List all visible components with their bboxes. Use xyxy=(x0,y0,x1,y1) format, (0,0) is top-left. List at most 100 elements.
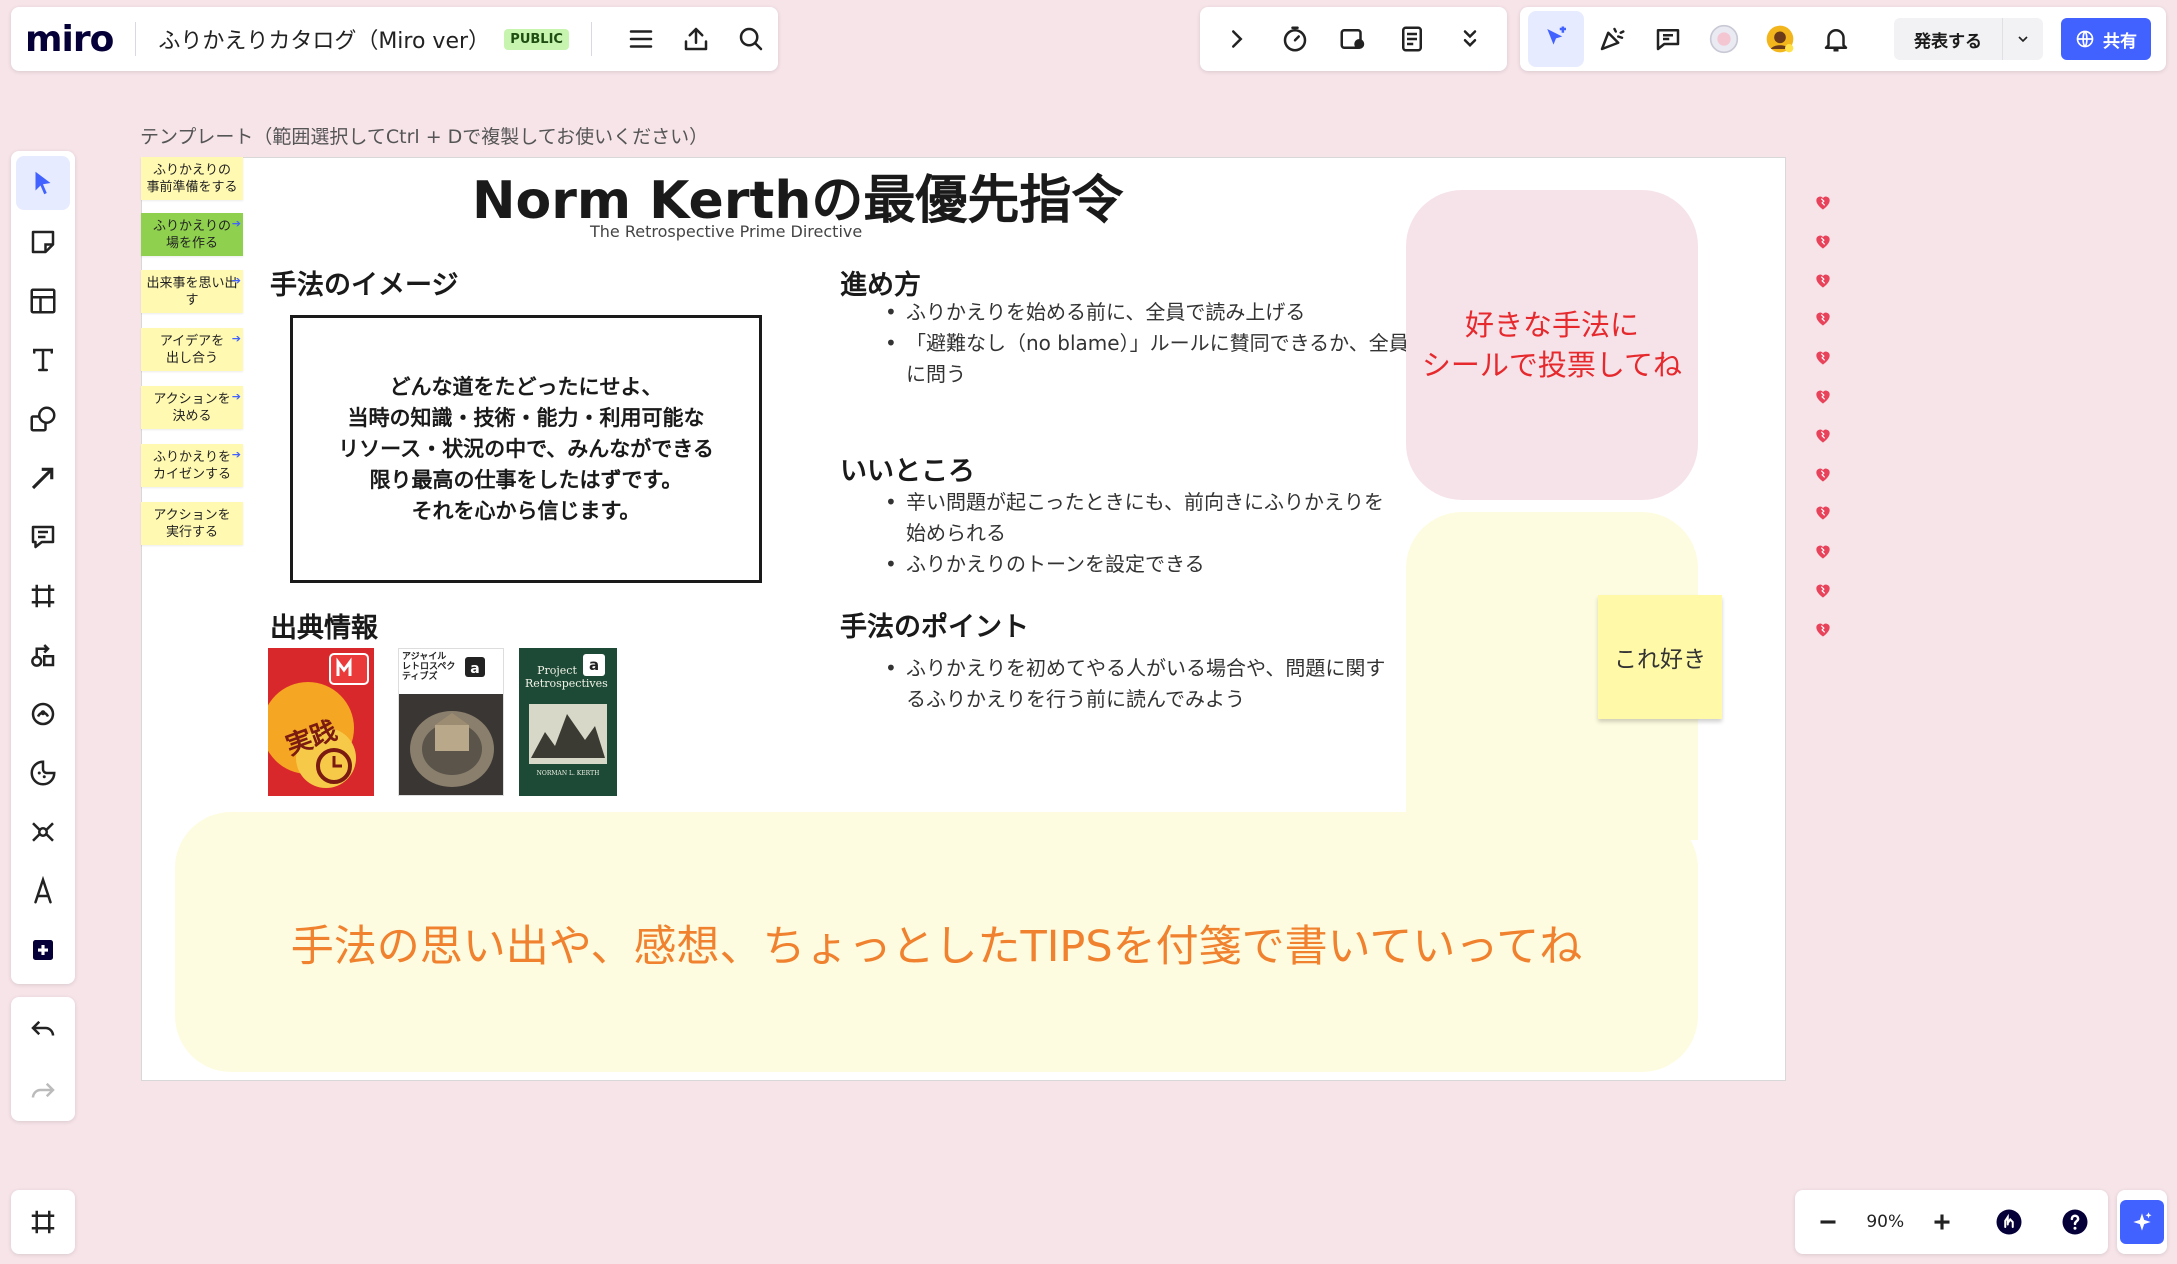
heart-sticker-icon[interactable] xyxy=(1813,425,1833,445)
list-item[interactable]: ふりかえりのトーンを設定できる xyxy=(877,549,1397,580)
heart-sticker-icon[interactable] xyxy=(1813,192,1833,212)
method-points-list: ふりかえりを初めてやる人がいる場合や、問題に関するふりかえりを行う前に読んでみよ… xyxy=(877,653,1397,715)
board-title[interactable]: ふりかえりカタログ（Miro ver） xyxy=(158,23,490,55)
ai-assist-button[interactable] xyxy=(2120,1200,2164,1244)
party-popper-icon xyxy=(1600,27,1625,51)
sticky-step-label: 出来事を思い出す xyxy=(146,275,238,308)
book-cover-furikaeri[interactable]: 実践 xyxy=(268,648,374,796)
section-sources-heading[interactable]: 出典情報 xyxy=(270,606,378,645)
vote-area[interactable]: 好きな手法に シールで投票してね xyxy=(1406,190,1698,500)
notes-icon xyxy=(1401,26,1422,52)
quote-text: どんな道をたどったにせよ、 当時の知識・技術・能力・利用可能な リソース・状況の… xyxy=(338,374,714,523)
list-item[interactable]: 「避難なし（no blame）」ルールに賛同できるか、全員に問う xyxy=(877,328,1411,390)
help-button[interactable] xyxy=(2047,1194,2103,1250)
heart-sticker-icon[interactable] xyxy=(1813,541,1833,561)
connector-tool[interactable] xyxy=(16,451,70,505)
link-arrow-icon: ➔ xyxy=(231,274,241,287)
section-good-heading[interactable]: いいところ xyxy=(840,449,975,488)
heart-sticker-icon[interactable] xyxy=(1813,619,1833,639)
share-label: 共有 xyxy=(2103,31,2137,52)
chat-button[interactable] xyxy=(1640,11,1696,67)
miro-logo[interactable]: miro xyxy=(25,19,114,60)
templates-tool[interactable] xyxy=(16,274,70,328)
book-cover-project-retrospectives[interactable]: a Project Retrospectives NORMAN L. KERTH xyxy=(519,648,617,796)
creation-toolbar xyxy=(11,151,75,984)
hamburger-menu-icon xyxy=(630,30,653,48)
miro-ai-icon xyxy=(31,702,55,726)
frames-list-button[interactable] xyxy=(15,1194,71,1250)
hand-icon xyxy=(1996,1209,2022,1235)
heart-sticker-icon[interactable] xyxy=(1813,308,1833,328)
heart-sticker-icon[interactable] xyxy=(1813,270,1833,290)
present-options-button[interactable] xyxy=(2002,18,2043,60)
ai-tool[interactable] xyxy=(16,687,70,741)
list-item[interactable]: 辛い問題が起こったときにも、前向きにふりかえりを始められる xyxy=(877,487,1397,549)
export-button[interactable] xyxy=(669,11,724,67)
method-subtitle[interactable]: The Retrospective Prime Directive xyxy=(590,222,862,241)
cursor-tracking-button[interactable] xyxy=(1528,11,1584,67)
heart-sticker-icon[interactable] xyxy=(1813,347,1833,367)
frame-tool[interactable] xyxy=(16,569,70,623)
comment-instruction[interactable]: 手法の思い出や、感想、ちょっとしたTIPSを付箋で書いていってね xyxy=(175,912,1698,974)
sticky-note[interactable]: これ好き xyxy=(1598,595,1722,719)
sticky-note-tool[interactable] xyxy=(16,215,70,269)
video-call-button[interactable] xyxy=(1325,11,1381,67)
sticky-step-6[interactable]: ふりかえりを カイゼンする ➔ xyxy=(141,444,243,487)
sticky-step-3[interactable]: 出来事を思い出す ➔ xyxy=(141,270,243,313)
sticky-step-5[interactable]: アクションを 決める ➔ xyxy=(141,386,243,429)
zoom-out-button[interactable] xyxy=(1800,1194,1856,1250)
shapes-tool[interactable] xyxy=(16,392,70,446)
mindmap-icon xyxy=(32,822,54,842)
chevron-down-icon xyxy=(2018,36,2028,43)
zoom-in-button[interactable] xyxy=(1914,1194,1970,1250)
sticky-step-1[interactable]: ふりかえりの 事前準備をする xyxy=(141,157,243,200)
more-apps-tool[interactable] xyxy=(16,923,70,977)
minus-icon xyxy=(1820,1220,1836,1224)
vote-instruction: 好きな手法に シールで投票してね xyxy=(1421,308,1683,382)
frame-title[interactable]: テンプレート（範囲選択してCtrl + Dで複製してお使いください） xyxy=(140,122,708,149)
heart-sticker-icon[interactable] xyxy=(1813,231,1833,251)
section-image-heading[interactable]: 手法のイメージ xyxy=(270,263,458,302)
notifications-button[interactable] xyxy=(1808,11,1864,67)
comment-tool[interactable] xyxy=(16,510,70,564)
reactions-button[interactable] xyxy=(1584,11,1640,67)
undo-button[interactable] xyxy=(15,1000,71,1056)
avatar-icon xyxy=(1766,25,1794,53)
share-button[interactable]: 共有 xyxy=(2061,18,2151,60)
timer-button[interactable] xyxy=(1267,11,1323,67)
notes-button[interactable] xyxy=(1384,11,1440,67)
comment-icon xyxy=(31,525,55,549)
redo-button[interactable] xyxy=(15,1062,71,1118)
public-badge: PUBLIC xyxy=(504,28,569,50)
present-button[interactable]: 発表する xyxy=(1894,18,2002,60)
diagram-tool[interactable] xyxy=(16,628,70,682)
my-avatar[interactable] xyxy=(1752,11,1808,67)
select-tool[interactable] xyxy=(16,156,70,210)
sticky-step-label: アクションを 実行する xyxy=(153,507,231,540)
search-button[interactable] xyxy=(723,11,778,67)
heart-sticker-icon[interactable] xyxy=(1813,502,1833,522)
main-menu-button[interactable] xyxy=(614,11,669,67)
pen-tool[interactable] xyxy=(16,864,70,918)
text-tool[interactable] xyxy=(16,333,70,387)
heart-sticker-icon[interactable] xyxy=(1813,386,1833,406)
list-item[interactable]: ふりかえりを初めてやる人がいる場合や、問題に関するふりかえりを行う前に読んでみよ… xyxy=(877,653,1397,715)
sticky-step-2[interactable]: ふりかえりの 場を作る ➔ xyxy=(141,213,243,256)
collaborator-avatar-1[interactable] xyxy=(1696,11,1752,67)
sticky-step-7[interactable]: アクションを 実行する xyxy=(141,502,243,545)
more-tools-button[interactable] xyxy=(1442,11,1498,67)
mindmap-tool[interactable] xyxy=(16,805,70,859)
hand-tool-button[interactable] xyxy=(1981,1194,2037,1250)
sticky-step-4[interactable]: アイデアを 出し合う ➔ xyxy=(141,328,243,371)
expand-tools-button[interactable] xyxy=(1209,11,1265,67)
heart-sticker-icon[interactable] xyxy=(1813,580,1833,600)
zoom-level[interactable]: 90% xyxy=(1866,1212,1904,1232)
section-points-heading[interactable]: 手法のポイント xyxy=(840,605,1029,644)
stickers-tool[interactable] xyxy=(16,746,70,800)
heart-sticker-icon[interactable] xyxy=(1813,464,1833,484)
prime-directive-quote[interactable]: どんな道をたどったにせよ、 当時の知識・技術・能力・利用可能な リソース・状況の… xyxy=(290,315,762,583)
list-item[interactable]: ふりかえりを始める前に、全員で読み上げる xyxy=(877,297,1411,328)
book-cover-agile-retrospectives[interactable]: a アジャイル レトロスペクティブズ xyxy=(398,648,504,796)
divider xyxy=(590,22,592,56)
divider xyxy=(135,22,137,56)
